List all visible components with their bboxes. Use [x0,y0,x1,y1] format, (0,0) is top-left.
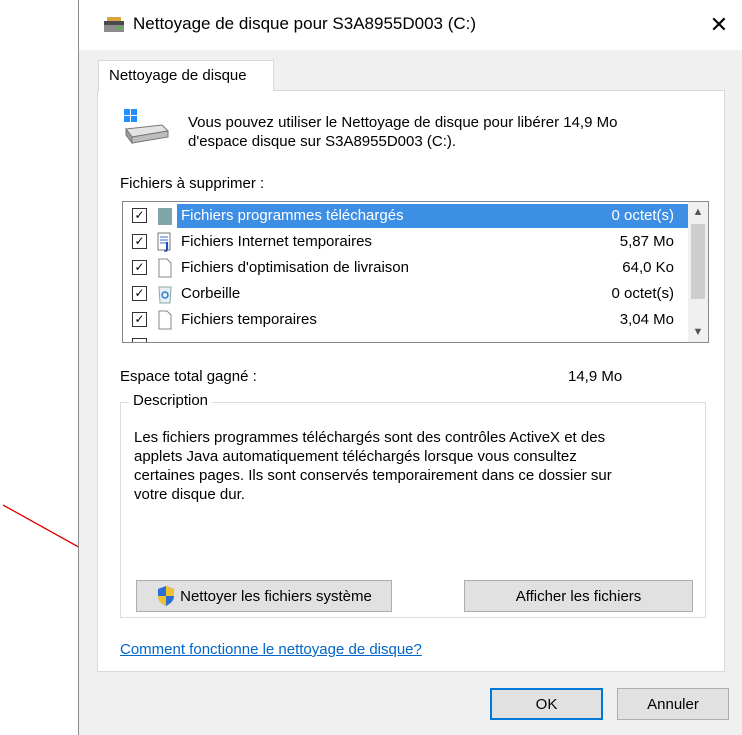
internet-file-icon: J [157,232,171,252]
intro-line-1: Vous pouvez utiliser le Nettoyage de dis… [188,114,618,131]
clean-system-files-label: Nettoyer les fichiers système [180,587,372,605]
checkbox[interactable]: ✓ [132,312,147,327]
list-item[interactable]: ✓ Fichiers programmes téléchargés 0 octe… [123,203,688,229]
svg-text:J: J [164,240,169,252]
tab-panel: Vous pouvez utiliser le Nettoyage de dis… [97,90,725,672]
item-size: 0 octet(s) [611,207,674,224]
list-item-partial[interactable] [123,333,688,342]
drive-icon [124,109,170,145]
total-space-value: 14,9 Mo [568,368,623,385]
clean-system-files-button[interactable]: Nettoyer les fichiers système [136,580,392,612]
item-name: Fichiers temporaires [181,311,317,328]
disk-cleanup-icon [104,17,124,32]
scroll-up-icon[interactable]: ▲ [688,202,708,222]
help-link[interactable]: Comment fonctionne le nettoyage de disqu… [120,641,422,658]
ok-button[interactable]: OK [490,688,603,720]
checkbox[interactable] [132,338,147,342]
list-item[interactable]: ✓ Fichiers temporaires 3,04 Mo [123,307,688,333]
description-line-2: applets Java automatiquement téléchargés… [134,448,577,465]
total-space-label: Espace total gagné : [120,368,257,385]
checkbox[interactable]: ✓ [132,208,147,223]
list-item[interactable]: ✓ Fichiers d'optimisation de livraison 6… [123,255,688,281]
item-name: Fichiers Internet temporaires [181,233,372,250]
item-size: 5,87 Mo [619,233,674,250]
item-size: 3,04 Mo [619,311,674,328]
list-item[interactable]: ✓ J Fichiers Internet temporaires 5,87 M… [123,229,688,255]
title-bar: Nettoyage de disque pour S3A8955D003 (C:… [79,0,742,50]
checkbox[interactable]: ✓ [132,286,147,301]
description-line-1: Les fichiers programmes téléchargés sont… [134,429,606,446]
files-list[interactable]: ✓ Fichiers programmes téléchargés 0 octe… [122,201,709,343]
description-text: Les fichiers programmes téléchargés sont… [134,428,679,504]
scroll-down-icon[interactable]: ▼ [688,322,708,342]
recycle-bin-icon [158,286,172,304]
item-size: 0 octet(s) [611,285,674,302]
ok-label: OK [535,695,558,713]
show-files-button[interactable]: Afficher les fichiers [464,580,693,612]
window-title: Nettoyage de disque pour S3A8955D003 (C:… [133,14,477,33]
description-group: Description Les fichiers programmes télé… [120,392,706,618]
uac-shield-icon [158,586,175,606]
intro-text: Vous pouvez utiliser le Nettoyage de dis… [188,113,688,151]
scroll-thumb[interactable] [691,224,705,299]
folder-icon [158,208,172,225]
item-name: Fichiers programmes téléchargés [181,207,404,224]
files-to-delete-label: Fichiers à supprimer : [120,175,265,192]
tab-label: Nettoyage de disque [109,67,247,84]
checkbox[interactable]: ✓ [132,234,147,249]
description-legend: Description [129,392,213,409]
item-name: Corbeille [181,285,241,302]
checkbox[interactable]: ✓ [132,260,147,275]
cancel-label: Annuler [647,695,699,713]
disk-cleanup-dialog: Nettoyage de disque pour S3A8955D003 (C:… [78,0,742,735]
item-size: 64,0 Ko [622,259,674,276]
file-icon [158,310,172,330]
item-name: Fichiers d'optimisation de livraison [181,259,409,276]
tab-disk-cleanup[interactable]: Nettoyage de disque [98,60,274,91]
intro-line-2: d'espace disque sur S3A8955D003 (C:). [188,133,457,150]
show-files-label: Afficher les fichiers [515,587,642,605]
description-line-3: certaines pages. Ils sont conservés temp… [134,467,612,484]
description-line-4: votre disque dur. [134,486,245,503]
close-button[interactable]: ✕ [696,0,742,50]
list-item[interactable]: ✓ Corbeille 0 octet(s) [123,281,688,307]
vertical-scrollbar[interactable]: ▲ ▼ [688,202,708,342]
file-icon [158,258,172,278]
cancel-button[interactable]: Annuler [617,688,729,720]
close-icon: ✕ [709,12,729,37]
